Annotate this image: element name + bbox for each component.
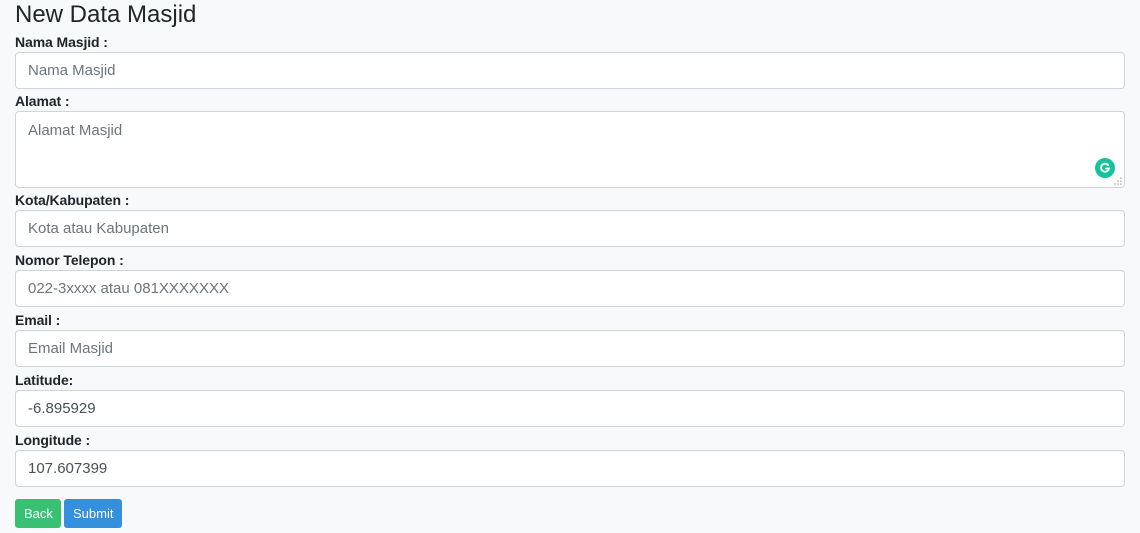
latitude-label: Latitude: bbox=[15, 372, 74, 388]
alamat-textarea[interactable] bbox=[15, 111, 1125, 188]
nama-label: Nama Masjid : bbox=[15, 34, 108, 50]
alamat-label: Alamat : bbox=[15, 93, 70, 109]
longitude-label: Longitude : bbox=[15, 432, 91, 448]
longitude-group: Longitude : bbox=[15, 430, 1125, 487]
new-masjid-form: New Data Masjid Nama Masjid : Alamat : bbox=[15, 0, 1125, 487]
resize-grip-icon[interactable] bbox=[1114, 177, 1122, 185]
nama-group: Nama Masjid : bbox=[15, 32, 1125, 89]
email-label: Email : bbox=[15, 312, 61, 328]
longitude-input[interactable] bbox=[15, 450, 1125, 487]
submit-button[interactable]: Submit bbox=[64, 499, 122, 528]
latitude-group: Latitude: bbox=[15, 370, 1125, 427]
email-input[interactable] bbox=[15, 330, 1125, 367]
back-button[interactable]: Back bbox=[15, 499, 61, 528]
telepon-group: Nomor Telepon : bbox=[15, 250, 1125, 307]
form-actions: Back Submit bbox=[15, 499, 122, 528]
page-title: New Data Masjid bbox=[15, 1, 197, 28]
email-group: Email : bbox=[15, 310, 1125, 367]
alamat-group: Alamat : bbox=[15, 91, 1125, 188]
nama-masjid-input[interactable] bbox=[15, 52, 1125, 89]
kota-input[interactable] bbox=[15, 210, 1125, 247]
grammarly-icon[interactable] bbox=[1095, 158, 1115, 178]
kota-group: Kota/Kabupaten : bbox=[15, 190, 1125, 247]
latitude-input[interactable] bbox=[15, 390, 1125, 427]
telepon-input[interactable] bbox=[15, 270, 1125, 307]
kota-label: Kota/Kabupaten : bbox=[15, 192, 130, 208]
alamat-textarea-wrapper bbox=[15, 111, 1125, 188]
telepon-label: Nomor Telepon : bbox=[15, 252, 124, 268]
